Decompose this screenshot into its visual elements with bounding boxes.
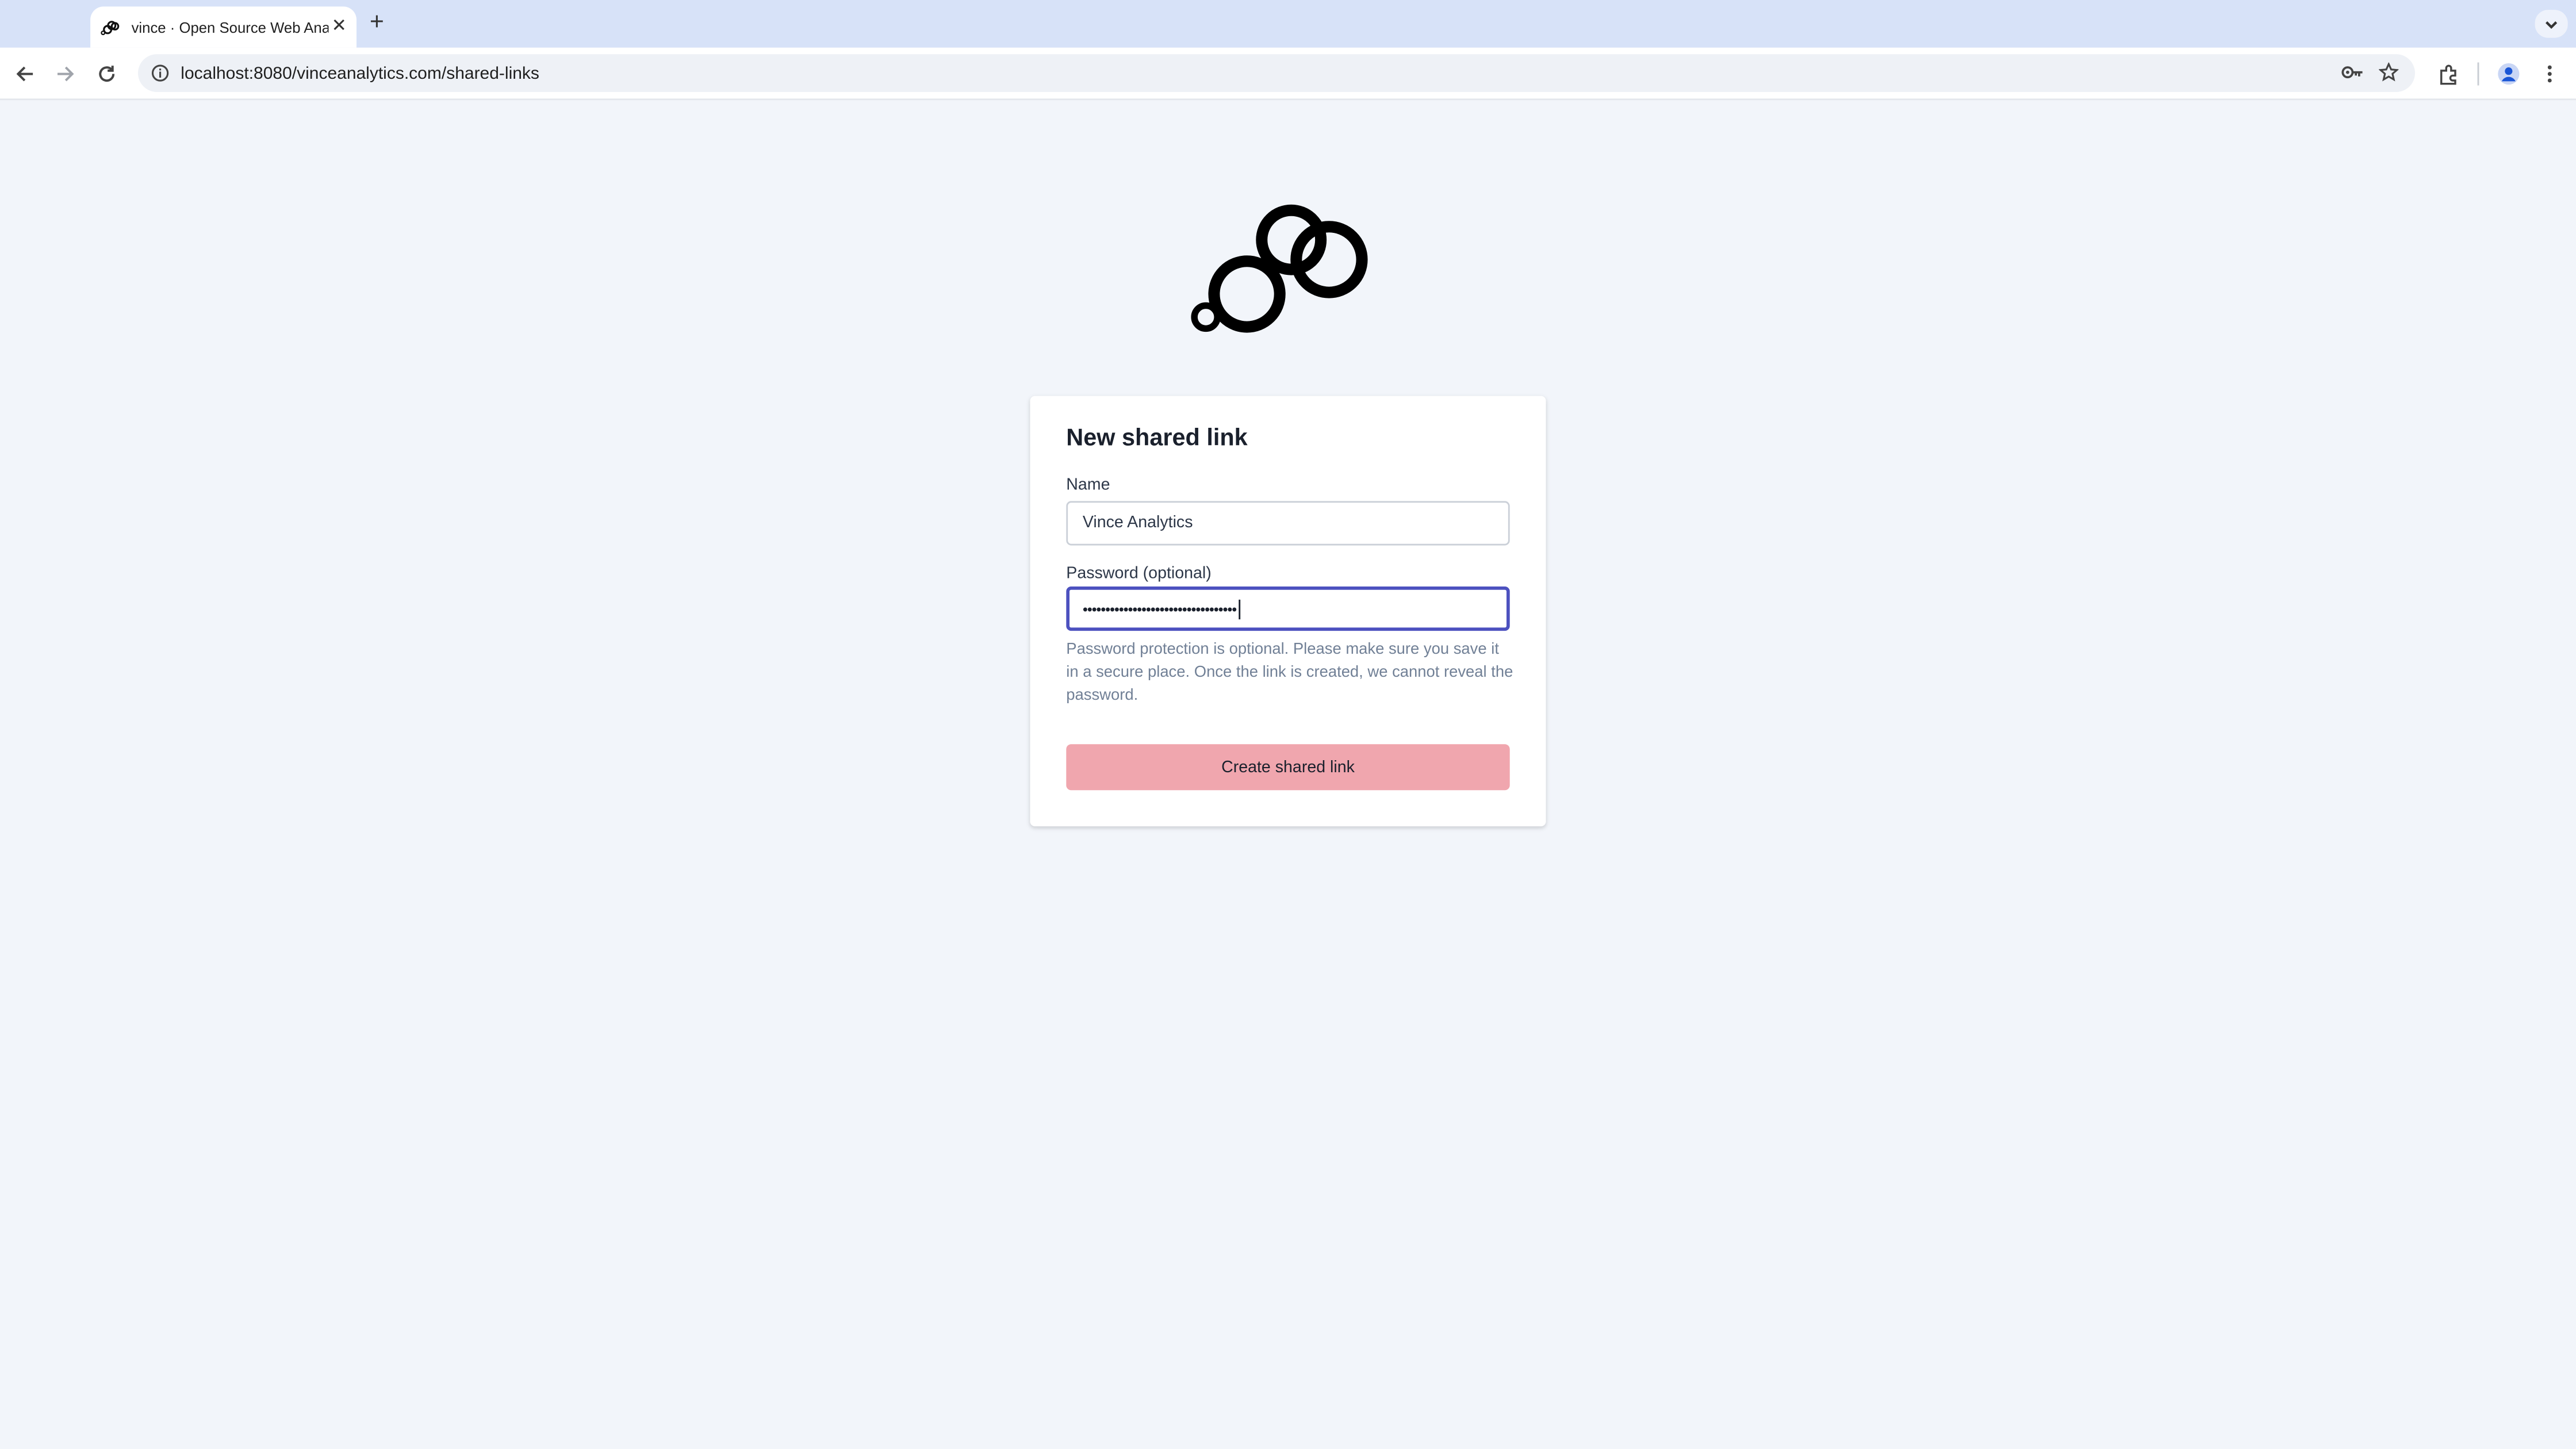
shared-link-form: New shared link Name Vince Analytics Pas… <box>1030 396 1546 827</box>
name-input[interactable]: Vince Analytics <box>1066 501 1510 546</box>
profile-icon <box>2498 63 2520 85</box>
star-icon <box>2379 62 2399 82</box>
address-bar[interactable]: localhost:8080/vinceanalytics.com/shared… <box>138 54 2415 92</box>
forward-arrow-icon <box>57 66 74 82</box>
vince-logo <box>1191 204 1368 333</box>
text-caret <box>1237 599 1240 619</box>
password-label: Password (optional) <box>1066 565 1212 584</box>
url-text[interactable]: localhost:8080/vinceanalytics.com/shared… <box>181 63 539 83</box>
vince-favicon-icon <box>101 20 120 34</box>
browser-toolbar: localhost:8080/vinceanalytics.com/shared… <box>0 47 2576 101</box>
forward-button[interactable] <box>52 61 79 87</box>
reload-icon <box>99 66 115 82</box>
kebab-menu-icon <box>2547 65 2552 83</box>
reload-button[interactable] <box>94 61 120 87</box>
bookmark-button[interactable] <box>2375 59 2402 86</box>
back-button[interactable] <box>12 61 38 87</box>
tab-search-button[interactable] <box>2535 10 2568 38</box>
extensions-button[interactable] <box>2435 61 2461 87</box>
chevron-down-icon <box>2546 20 2558 28</box>
create-shared-link-button[interactable]: Create shared link <box>1066 744 1510 791</box>
tab-bar: vince · Open Source Web Analytics ✕ + <box>0 0 2576 48</box>
password-input[interactable]: •••••••••••••••••••••••••••••••••• <box>1066 586 1510 631</box>
back-arrow-icon <box>16 66 33 82</box>
site-info-icon[interactable] <box>151 64 169 82</box>
new-tab-button[interactable]: + <box>370 10 384 34</box>
browser-tab[interactable]: vince · Open Source Web Analytics ✕ <box>90 6 356 48</box>
tab-close-icon[interactable]: ✕ <box>332 17 347 36</box>
browser-menu-button[interactable] <box>2536 61 2563 87</box>
toolbar-divider <box>2477 62 2479 86</box>
password-input-value: •••••••••••••••••••••••••••••••••• <box>1082 600 1237 617</box>
password-key-icon <box>2341 66 2363 79</box>
password-help-text: Password protection is optional. Please … <box>1066 641 1513 705</box>
screen: vince · Open Source Web Analytics ✕ + <box>0 0 2576 1449</box>
profile-button[interactable] <box>2496 61 2522 87</box>
name-label: Name <box>1066 476 1110 494</box>
extensions-icon <box>2439 64 2456 85</box>
password-key-button[interactable] <box>2340 59 2366 86</box>
name-input-value: Vince Analytics <box>1082 514 1193 532</box>
create-shared-link-label: Create shared link <box>1221 758 1355 776</box>
tab-title: vince · Open Source Web Analytics <box>131 18 329 36</box>
form-title: New shared link <box>1066 425 1248 452</box>
